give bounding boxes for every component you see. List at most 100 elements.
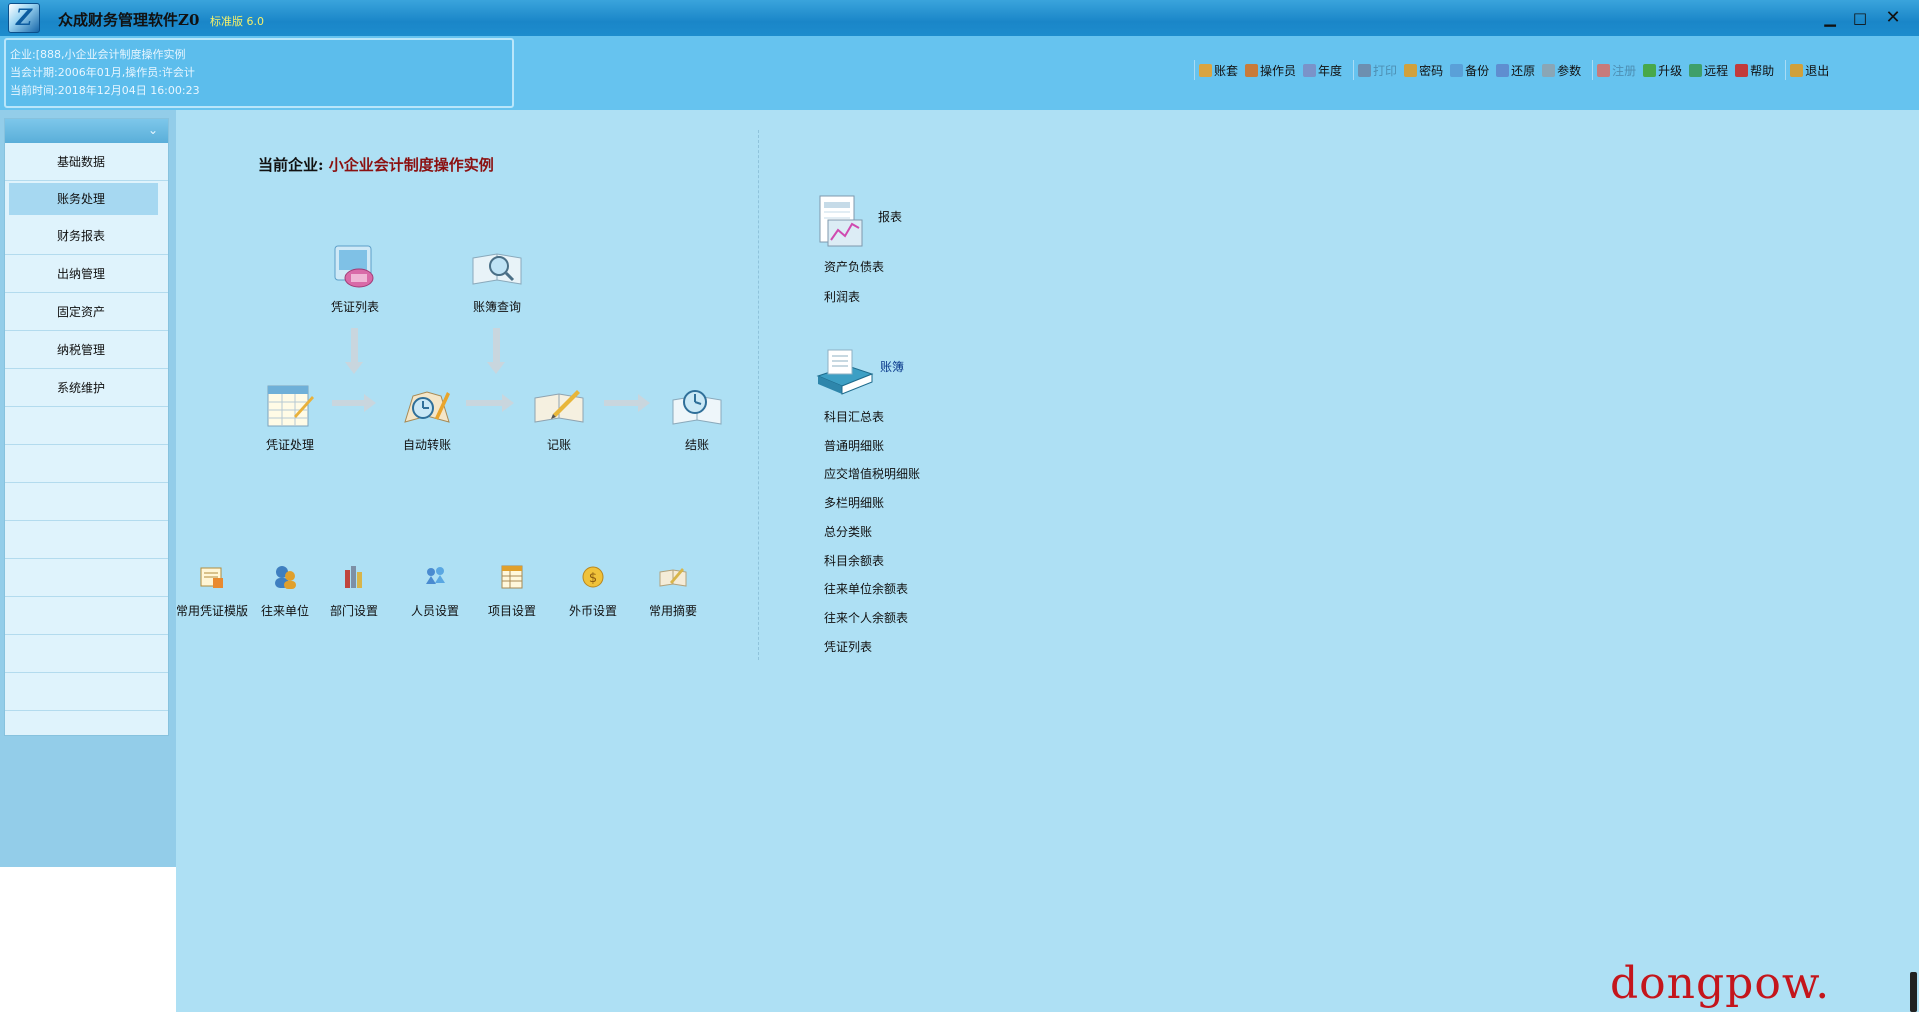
ledger-query-label: 账簿查询 bbox=[472, 300, 521, 314]
setting-foreign-currency[interactable]: $ 外币设置 bbox=[551, 562, 635, 619]
toolbar-separator bbox=[1785, 60, 1787, 80]
info-period-operator: 当会计期:2006年01月,操作员:许会计 bbox=[10, 66, 195, 79]
setting-projects[interactable]: 项目设置 bbox=[470, 562, 554, 619]
currency-label: 外币设置 bbox=[568, 604, 617, 618]
setting-departments[interactable]: 部门设置 bbox=[312, 562, 396, 619]
module-nav-panel: ⌄ 基础数据 账务处理 财务报表 出纳管理 固定资产 纳税管理 系统维护 bbox=[4, 118, 169, 736]
toolbar-print-button[interactable]: 打印 bbox=[1358, 62, 1397, 79]
setting-personnel[interactable]: 人员设置 bbox=[393, 562, 477, 619]
toolbar-account-set-button[interactable]: 账套 bbox=[1199, 62, 1238, 79]
arrow-right bbox=[466, 394, 514, 412]
content-divider bbox=[758, 130, 759, 660]
scrollbar-thumb[interactable] bbox=[1910, 972, 1917, 1012]
report-balance-sheet[interactable]: 资产负债表 bbox=[824, 258, 884, 275]
flow-voucher-process[interactable]: 凭证处理 bbox=[245, 382, 335, 453]
project-sheet-icon bbox=[497, 562, 527, 592]
toolbar-label: 还原 bbox=[1511, 63, 1536, 78]
sidebar-item-accounting[interactable]: 账务处理 bbox=[9, 183, 158, 215]
upgrade-icon bbox=[1643, 63, 1657, 77]
ledger-general-ledger[interactable]: 总分类账 bbox=[824, 523, 872, 540]
voucher-list-icon bbox=[329, 244, 381, 292]
title-bar: Z 众成财务管理软件Z0 标准版 6.0 ▁ □ ✕ bbox=[0, 0, 1919, 36]
ledger-partner-balance[interactable]: 往来单位余额表 bbox=[824, 580, 908, 597]
toolbar-separator bbox=[1592, 60, 1594, 80]
flow-posting[interactable]: 记账 bbox=[514, 382, 604, 453]
remote-icon bbox=[1689, 63, 1703, 77]
project-label: 项目设置 bbox=[487, 604, 536, 618]
toolbar-year-button[interactable]: 年度 bbox=[1303, 62, 1342, 79]
ledger-account-summary[interactable]: 科目汇总表 bbox=[824, 408, 884, 425]
reports-heading: 报表 bbox=[878, 210, 903, 224]
header-band: 企业:[888,小企业会计制度操作实例 当会计期:2006年01月,操作员:许会… bbox=[0, 36, 1919, 110]
key-icon bbox=[1404, 63, 1418, 77]
toolbar-help-button[interactable]: 帮助 bbox=[1735, 62, 1774, 79]
setting-common-summary[interactable]: 常用摘要 bbox=[631, 562, 715, 619]
posting-label: 记账 bbox=[546, 438, 571, 452]
main-toolbar: 账套 操作员 年度 打印 密码 备份 还原 参数 注册 升级 远程 帮助 退出 bbox=[1190, 58, 1836, 82]
ledger-voucher-list[interactable]: 凭证列表 bbox=[824, 638, 872, 655]
toolbar-label: 年度 bbox=[1318, 63, 1343, 78]
backup-icon bbox=[1450, 63, 1464, 77]
toolbar-label: 账套 bbox=[1214, 63, 1239, 78]
ledger-account-balance[interactable]: 科目余额表 bbox=[824, 552, 884, 569]
toolbar-password-button[interactable]: 密码 bbox=[1404, 62, 1443, 79]
company-name: 小企业会计制度操作实例 bbox=[328, 156, 494, 174]
toolbar-label: 操作员 bbox=[1260, 63, 1297, 78]
chevron-down-icon[interactable]: ⌄ bbox=[148, 123, 158, 137]
setting-voucher-template[interactable]: 常用凭证模版 bbox=[170, 562, 254, 619]
sidebar-item-fixed-assets[interactable]: 固定资产 bbox=[5, 293, 168, 331]
info-current-time: 当前时间:2018年12月04日 16:00:23 bbox=[10, 84, 200, 97]
partners-icon bbox=[270, 562, 300, 592]
app-edition: 标准版 6.0 bbox=[210, 15, 264, 28]
ledger-vat-detail[interactable]: 应交增值税明细账 bbox=[824, 465, 920, 482]
closing-clock-icon bbox=[671, 382, 723, 430]
toolbar-separator bbox=[1353, 60, 1355, 80]
minimize-button[interactable]: ▁ bbox=[1820, 8, 1840, 28]
toolbar-backup-button[interactable]: 备份 bbox=[1450, 62, 1489, 79]
left-sidebar: ⌄ 基础数据 账务处理 财务报表 出纳管理 固定资产 纳税管理 系统维护 bbox=[0, 110, 176, 1012]
toolbar-parameters-button[interactable]: 参数 bbox=[1542, 62, 1581, 79]
toolbar-label: 参数 bbox=[1557, 63, 1582, 78]
ledger-book-icon bbox=[814, 346, 874, 398]
toolbar-remote-button[interactable]: 远程 bbox=[1689, 62, 1728, 79]
current-company-heading: 当前企业: 小企业会计制度操作实例 bbox=[258, 154, 494, 175]
ledger-multicolumn-detail[interactable]: 多栏明细账 bbox=[824, 494, 884, 511]
toolbar-upgrade-button[interactable]: 升级 bbox=[1643, 62, 1682, 79]
sidebar-item-basic-data[interactable]: 基础数据 bbox=[5, 143, 168, 181]
flow-voucher-list[interactable]: 凭证列表 bbox=[310, 244, 400, 315]
flow-ledger-query[interactable]: 账簿查询 bbox=[452, 244, 542, 315]
toolbar-operator-button[interactable]: 操作员 bbox=[1245, 62, 1296, 79]
sidebar-item-tax[interactable]: 纳税管理 bbox=[5, 331, 168, 369]
toolbar-label: 升级 bbox=[1658, 63, 1683, 78]
toolbar-label: 备份 bbox=[1465, 63, 1490, 78]
toolbar-register-button[interactable]: 注册 bbox=[1597, 62, 1636, 79]
ledger-individual-balance[interactable]: 往来个人余额表 bbox=[824, 609, 908, 626]
book-icon bbox=[1199, 63, 1212, 77]
restore-icon bbox=[1496, 63, 1510, 77]
ledger-general-detail[interactable]: 普通明细账 bbox=[824, 437, 884, 454]
session-info-panel: 企业:[888,小企业会计制度操作实例 当会计期:2006年01月,操作员:许会… bbox=[4, 38, 514, 108]
sidebar-item-cashier[interactable]: 出纳管理 bbox=[5, 255, 168, 293]
toolbar-separator bbox=[1194, 60, 1195, 80]
user-icon bbox=[1245, 63, 1259, 77]
company-prefix: 当前企业: bbox=[258, 156, 329, 174]
help-icon bbox=[1735, 63, 1749, 77]
toolbar-label: 密码 bbox=[1419, 63, 1444, 78]
auto-transfer-icon bbox=[401, 382, 453, 430]
toolbar-exit-button[interactable]: 退出 bbox=[1790, 62, 1829, 79]
sidebar-item-system[interactable]: 系统维护 bbox=[5, 369, 168, 407]
nav-panel-header[interactable]: ⌄ bbox=[5, 119, 168, 143]
close-button[interactable]: ✕ bbox=[1883, 8, 1903, 28]
maximize-button[interactable]: □ bbox=[1850, 8, 1870, 28]
app-title: 众成财务管理软件Z0 bbox=[58, 11, 200, 29]
toolbar-restore-button[interactable]: 还原 bbox=[1496, 62, 1535, 79]
main-content: 当前企业: 小企业会计制度操作实例 凭证列表 账簿查询 凭证处理 自动转账 记账… bbox=[176, 110, 1919, 1012]
sidebar-empty-row bbox=[5, 559, 168, 597]
posting-book-icon bbox=[533, 382, 585, 430]
flow-closing[interactable]: 结账 bbox=[652, 382, 742, 453]
watermark: dongpow. com bbox=[1610, 958, 1831, 1012]
flow-auto-transfer[interactable]: 自动转账 bbox=[382, 382, 472, 453]
report-income-statement[interactable]: 利润表 bbox=[824, 288, 860, 305]
department-icon bbox=[339, 562, 369, 592]
sidebar-item-financial-reports[interactable]: 财务报表 bbox=[5, 217, 168, 255]
